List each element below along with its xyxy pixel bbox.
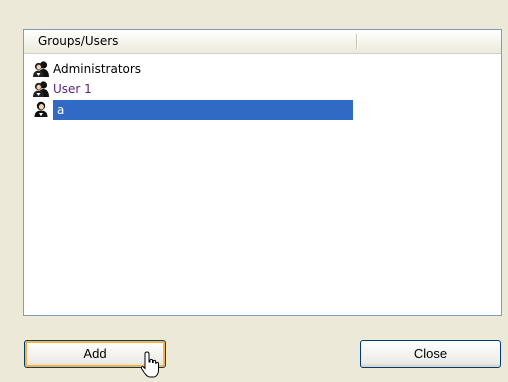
list-header: Groups/Users xyxy=(24,30,501,54)
user-group-icon xyxy=(32,60,50,78)
groups-users-dialog: Groups/Users Administrators User 1 a Add… xyxy=(0,0,508,378)
list-item-label: Administrators xyxy=(53,62,142,76)
list-item-user-1[interactable]: User 1 xyxy=(24,80,501,100)
user-icon xyxy=(32,100,50,118)
list-item-a[interactable]: a xyxy=(24,100,501,120)
list-rows: Administrators User 1 a xyxy=(24,60,501,120)
column-header-groups-users[interactable]: Groups/Users xyxy=(24,30,357,53)
list-item-administrators[interactable]: Administrators xyxy=(24,60,501,80)
close-button[interactable]: Close xyxy=(360,340,501,368)
mouse-pointer-icon xyxy=(140,351,162,379)
column-header-empty[interactable] xyxy=(358,30,501,53)
list-item-label: User 1 xyxy=(53,82,92,96)
list-item-label: a xyxy=(53,100,353,120)
user-group-icon xyxy=(32,80,50,98)
groups-users-list[interactable]: Groups/Users Administrators User 1 a xyxy=(23,29,502,316)
